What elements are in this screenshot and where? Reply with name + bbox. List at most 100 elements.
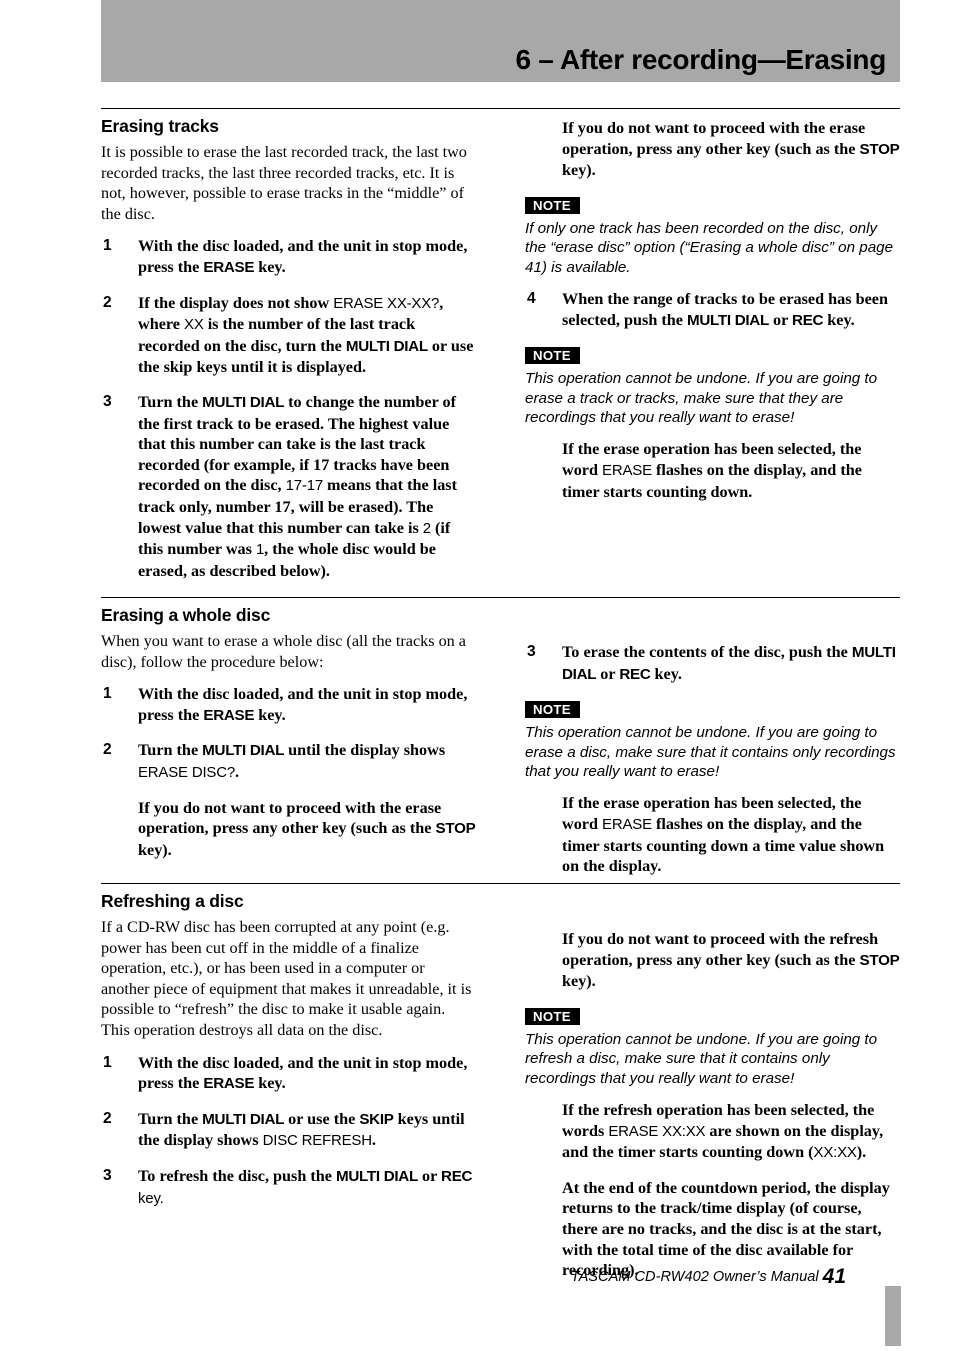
key-label-multi-dial: MULTI DIAL (345, 337, 428, 355)
note-block: NOTE This operation cannot be undone. If… (525, 1006, 900, 1088)
step-text-c: key. (823, 310, 855, 329)
footer-page-number: 41 (822, 1265, 846, 1288)
abort-text-b: key). (562, 972, 596, 991)
step-item: 3 To erase the contents of the disc, push… (525, 642, 900, 685)
key-label-stop: STOP (859, 140, 900, 158)
display-readout-erase: ERASE (602, 462, 652, 479)
column-right: 3 To erase the contents of the disc, push… (525, 605, 900, 891)
note-block: NOTE This operation cannot be undone. If… (525, 345, 900, 427)
page-content: Erasing tracks It is possible to erase t… (101, 0, 900, 1351)
step-text-b: or (417, 1166, 442, 1185)
step-text-a: With the disc loaded, and the unit in st… (138, 1053, 468, 1093)
section-heading: Erasing tracks (101, 116, 219, 136)
section-erasing-a-whole-disc: Erasing a whole disc When you want to er… (101, 597, 900, 875)
step-item: 1 With the disc loaded, and the unit in s… (101, 684, 476, 726)
key-label-multi-dial: MULTI DIAL (202, 393, 285, 411)
note-block: NOTE If only one track has been recorded… (525, 195, 900, 277)
abort-instruction-paragraph: If you do not want to proceed with the r… (525, 929, 900, 992)
step-text-c: . (235, 762, 240, 781)
section-intro-paragraph: When you want to erase a whole disc (all… (101, 632, 466, 671)
step-text-b: key. (254, 705, 286, 724)
note-text: If only one track has been recorded on t… (525, 219, 894, 276)
display-readout-erase: ERASE (602, 816, 652, 833)
note-text: This operation cannot be undone. If you … (525, 1030, 878, 1087)
step-number: 1 (103, 685, 112, 703)
key-label-skip: SKIP (359, 1110, 394, 1128)
key-label-multi-dial: MULTI DIAL (336, 1167, 418, 1185)
note-badge: NOTE (525, 701, 580, 719)
step-item: 2 Turn the MULTI DIAL or use the SKIP key… (101, 1109, 476, 1152)
display-readout-time: XX:XX (813, 1144, 857, 1162)
abort-text-b: key). (138, 840, 172, 859)
abort-instruction-paragraph: If you do not want to proceed with the e… (101, 798, 476, 861)
step-text-b: or use the (284, 1109, 360, 1128)
step-text-a: Turn the (138, 741, 203, 760)
key-label-erase: ERASE (203, 1075, 255, 1093)
step-number: 4 (527, 290, 536, 307)
section-divider-rule (101, 597, 900, 598)
display-readout-erase-range: ERASE XX-XX? (333, 294, 440, 312)
step-number: 3 (103, 392, 112, 410)
key-label-stop: STOP (435, 820, 476, 838)
key-label-multi-dial: MULTI DIAL (202, 742, 285, 760)
result-paragraph: If the erase operation has been selected… (525, 439, 900, 502)
section-heading: Erasing a whole disc (101, 605, 271, 625)
abort-text-a: If you do not want to proceed with the e… (562, 119, 866, 158)
column-right: If you do not want to proceed with the r… (525, 891, 900, 1295)
key-label-stop: STOP (859, 951, 900, 969)
step-text-b: key. (254, 1074, 286, 1093)
step-number: 3 (103, 1166, 112, 1184)
step-text-a: If the display does not show (138, 293, 334, 312)
step-text-a: To erase the contents of the disc, push … (562, 643, 852, 661)
step-number: 2 (103, 1109, 112, 1127)
key-label-multi-dial: MULTI DIAL (202, 1110, 285, 1128)
abort-text-b: key). (562, 161, 596, 180)
note-text: This operation cannot be undone. If you … (525, 724, 896, 780)
step-text-a: With the disc loaded, and the unit in st… (138, 685, 468, 724)
step-text-a: With the disc loaded, and the unit in st… (138, 237, 468, 276)
section-refreshing-a-disc: Refreshing a disc If a CD-RW disc has be… (101, 883, 900, 1279)
result-text-c: ). (856, 1143, 867, 1162)
section-erasing-tracks: Erasing tracks It is possible to erase t… (101, 108, 900, 580)
step-number: 1 (103, 237, 112, 255)
step-text-a: To refresh the disc, push the (138, 1166, 337, 1185)
key-label-erase: ERASE (203, 258, 255, 276)
step-number: 2 (103, 741, 112, 759)
footer-manual-title: TASCAM CD-RW402 Owner’s Manual (570, 1269, 819, 1285)
note-text: This operation cannot be undone. If you … (525, 370, 878, 426)
step-text-a: Turn the (138, 392, 203, 411)
step-text-b: or (596, 664, 620, 683)
step-item: 3 To refresh the disc, push the MULTI DIA… (101, 1166, 476, 1209)
step-text-c: key. (650, 664, 682, 683)
step-item: 4 When the range of tracks to be erased h… (525, 289, 900, 331)
step-text-a: Turn the (138, 1109, 203, 1128)
step-item: 1 With the disc loaded, and the unit in s… (101, 236, 476, 278)
step-text-key-suffix: key. (138, 1189, 164, 1207)
display-readout-1: 1 (255, 541, 265, 559)
column-left: Erasing a whole disc When you want to er… (101, 605, 476, 874)
column-left: Erasing tracks It is possible to erase t… (101, 116, 476, 595)
column-right: If you do not want to proceed with the e… (525, 116, 900, 516)
key-label-erase: ERASE (203, 706, 255, 724)
step-item: 3 Turn the MULTI DIAL to change the numbe… (101, 392, 476, 581)
result-paragraph: If the erase operation has been selected… (525, 793, 900, 876)
key-label-rec: REC (792, 311, 824, 329)
step-number: 2 (103, 293, 112, 311)
step-text-d: . (371, 1131, 376, 1150)
display-readout-erase-disc: ERASE DISC? (138, 763, 235, 781)
display-readout-2: 2 (422, 519, 431, 537)
column-left: Refreshing a disc If a CD-RW disc has be… (101, 891, 476, 1223)
note-badge: NOTE (525, 347, 580, 365)
section-intro-paragraph: If a CD-RW disc has been corrupted at an… (101, 918, 472, 1039)
step-text-b: key. (254, 257, 286, 276)
note-badge: NOTE (525, 196, 580, 214)
page-edge-tab-marker (885, 1286, 901, 1346)
step-item: 2 If the display does not show ERASE XX-X… (101, 293, 476, 378)
abort-text-a: If you do not want to proceed with the r… (562, 930, 879, 969)
note-block: NOTE This operation cannot be undone. If… (525, 699, 900, 781)
abort-instruction-paragraph: If you do not want to proceed with the e… (525, 118, 900, 181)
display-readout-erase-time: ERASE XX:XX (608, 1122, 706, 1140)
display-readout-disc-refresh: DISC REFRESH (262, 1132, 372, 1150)
abort-text-a: If you do not want to proceed with the e… (138, 798, 442, 838)
section-divider-rule (101, 108, 900, 109)
